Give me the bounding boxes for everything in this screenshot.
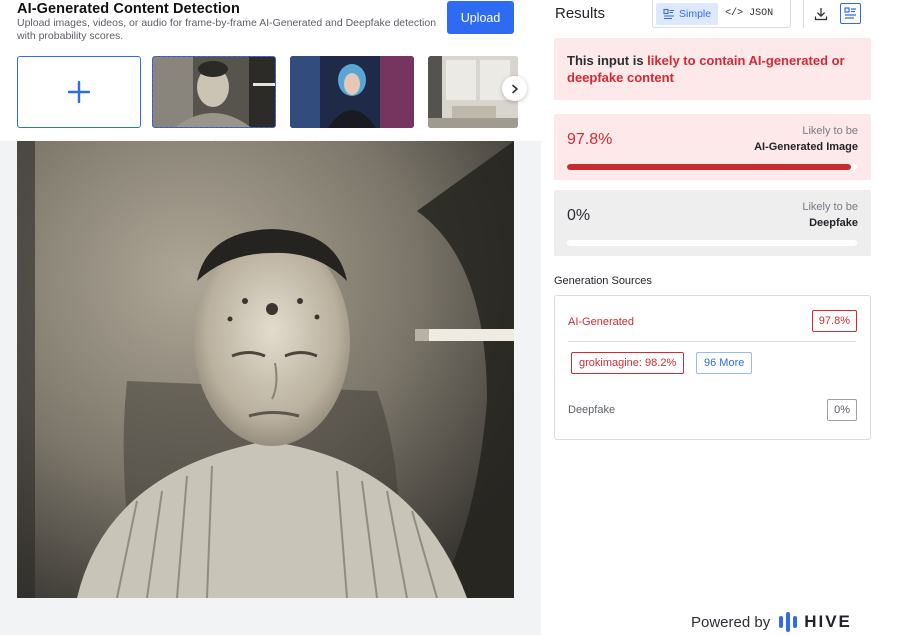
next-thumbnails-button[interactable] (502, 76, 527, 101)
verdict-banner: This input is likely to contain AI-gener… (554, 38, 871, 100)
powered-by-footer: Powered by HIVE (691, 611, 852, 633)
score-bar (567, 240, 857, 246)
thumbnail-strip (17, 56, 518, 128)
page-description: Upload images, videos, or audio for fram… (17, 17, 437, 42)
powered-by-text: Powered by (691, 613, 771, 631)
results-panel: Results Simple </> JSON This input is li… (541, 0, 900, 635)
score-percent: 0% (567, 207, 591, 224)
toolbar-divider (803, 0, 804, 28)
thumbnail-neon-woman[interactable] (290, 56, 414, 128)
plus-icon (68, 81, 90, 103)
generation-sources-title: Generation Sources (554, 275, 652, 287)
media-panel: AI-Generated Content Detection Upload im… (0, 0, 541, 635)
download-icon (814, 7, 828, 21)
ai-generated-percent-badge: 97.8% (811, 310, 857, 332)
score-card-ai-generated: 97.8% Likely to be AI-Generated Image (554, 114, 871, 180)
thumbnail-portrait-man[interactable] (152, 56, 276, 128)
deepfake-percent-badge: 0% (827, 399, 857, 421)
download-button[interactable] (810, 3, 832, 25)
media-header: AI-Generated Content Detection Upload im… (0, 0, 541, 141)
hive-wordmark: HIVE (804, 612, 852, 631)
details-view-button[interactable] (840, 3, 861, 24)
page-title: AI-Generated Content Detection (17, 1, 240, 17)
source-tag[interactable]: grokimagine: 98.2% (571, 352, 685, 374)
deepfake-label: Deepfake (568, 404, 616, 416)
score-category: AI-Generated Image (754, 141, 858, 153)
score-percent: 97.8% (567, 131, 613, 148)
chevron-right-icon (511, 84, 518, 93)
upload-button[interactable]: Upload (447, 1, 514, 34)
view-mode-toggle: Simple </> JSON (652, 0, 791, 28)
score-likely-label: Likely to be (802, 201, 858, 213)
hive-logo[interactable]: HIVE (778, 611, 852, 633)
results-title: Results (555, 5, 606, 22)
add-media-tile[interactable] (17, 56, 141, 128)
view-mode-json[interactable]: </> JSON (718, 3, 780, 25)
ai-generated-label: AI-Generated (568, 316, 635, 328)
view-mode-simple[interactable]: Simple (656, 2, 719, 25)
more-sources-button[interactable]: 96 More (696, 352, 753, 374)
score-card-deepfake: 0% Likely to be Deepfake (554, 190, 871, 256)
score-bar-fill (567, 164, 851, 170)
preview-image (17, 141, 514, 598)
generation-sources-divider (568, 341, 856, 342)
thumbnail-image (153, 57, 275, 127)
verdict-prefix: This input is (567, 53, 648, 68)
list-icon (663, 8, 674, 19)
view-mode-simple-label: Simple (679, 7, 712, 20)
view-mode-json-label: </> JSON (725, 8, 774, 19)
generation-sources-box: AI-Generated 97.8% grokimagine: 98.2% 96… (554, 295, 871, 440)
score-category: Deepfake (809, 217, 858, 229)
thumbnail-image (290, 56, 414, 128)
score-bar (567, 164, 857, 170)
selected-media-preview (17, 141, 514, 598)
score-likely-label: Likely to be (802, 125, 858, 137)
hive-logo-icon (779, 612, 798, 632)
details-list-icon (844, 7, 856, 19)
